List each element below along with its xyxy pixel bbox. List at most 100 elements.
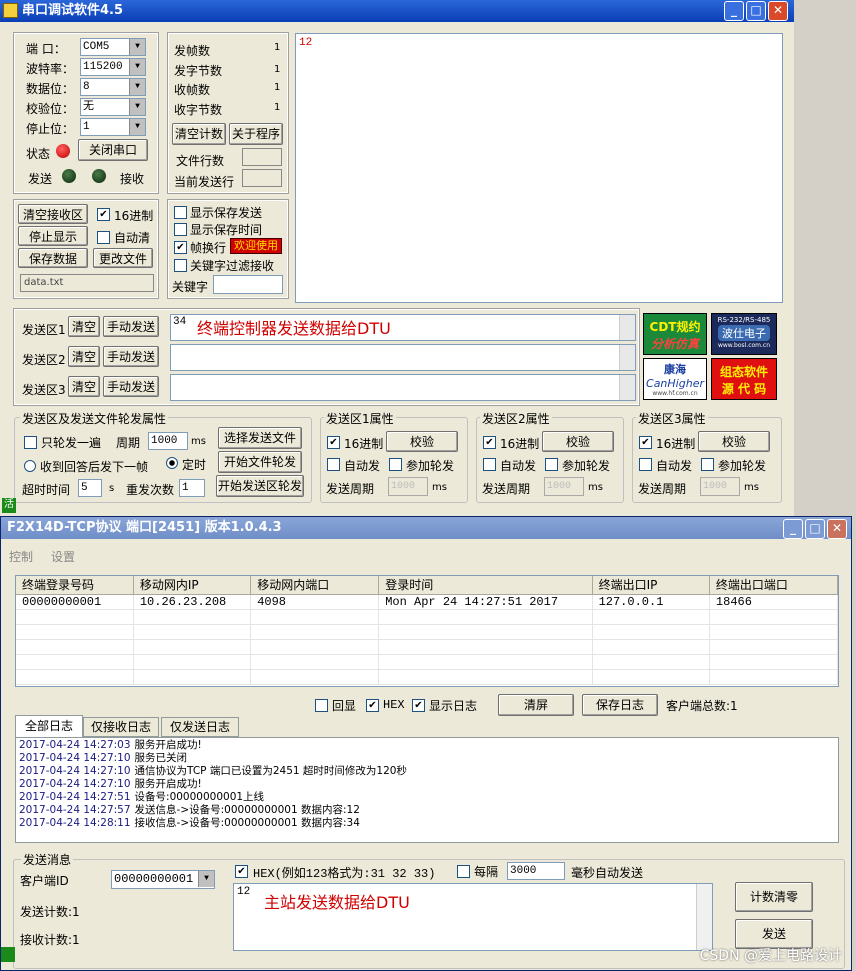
table-row[interactable] <box>16 624 839 640</box>
tab-all-logs[interactable]: 全部日志 <box>15 715 83 737</box>
client-id-select[interactable]: 00000000001 ▼ <box>111 870 215 889</box>
file-name-field[interactable]: data.txt <box>20 274 154 292</box>
table-row[interactable]: 00000000001 10.26.23.208 4098 Mon Apr 24 14… <box>16 594 839 610</box>
select-send-file-button[interactable]: 选择发送文件 <box>218 427 302 449</box>
resend-input[interactable]: 1 <box>179 479 205 497</box>
send-message-input[interactable]: 12 主站发送数据给DTU <box>233 883 713 951</box>
receive-area[interactable]: 12 <box>295 33 783 303</box>
minimize-button[interactable]: _ <box>724 1 744 21</box>
clear-count-button[interactable]: 清空计数 <box>172 123 226 145</box>
show-save-send-checkbox[interactable] <box>174 206 187 219</box>
databits-select[interactable]: 8 ▼ <box>80 78 146 96</box>
send-area-1-clear-button[interactable]: 清空 <box>68 316 100 337</box>
canhigher-ad-banner[interactable]: 康海 CanHigher www.hf.com.cn <box>643 358 707 400</box>
start-area-rotation-button[interactable]: 开始发送区轮发 <box>216 475 304 497</box>
hex-recv-checkbox[interactable]: ✔ <box>97 208 110 221</box>
keyword-input[interactable] <box>213 275 283 294</box>
recv-led-icon <box>92 169 106 183</box>
send-area-3-period-input[interactable]: 1000 <box>700 477 740 496</box>
column-header[interactable]: 终端出口端口 <box>709 576 839 595</box>
change-file-button[interactable]: 更改文件 <box>93 248 153 268</box>
send-area-3-scrollbar[interactable] <box>619 375 635 400</box>
send-area-1-auto-checkbox[interactable] <box>327 458 340 471</box>
cdt-ad-banner[interactable]: CDT规约 分析仿真 <box>643 313 707 355</box>
only-once-checkbox[interactable] <box>24 436 37 449</box>
table-row[interactable] <box>16 639 839 655</box>
show-save-time-checkbox[interactable] <box>174 223 187 236</box>
wait-reply-radio[interactable] <box>24 460 36 472</box>
hex-checkbox[interactable]: ✔ <box>366 699 379 712</box>
close-button[interactable]: ✕ <box>768 1 788 21</box>
send-area-3-check-button[interactable]: 校验 <box>698 431 770 452</box>
maximize-button[interactable]: □ <box>746 1 766 21</box>
send-area-2-rotation-checkbox[interactable] <box>545 458 558 471</box>
send-area-3-auto-checkbox[interactable] <box>639 458 652 471</box>
rotation-period-label: 周期 <box>116 436 141 450</box>
send-area-2-period-input[interactable]: 1000 <box>544 477 584 496</box>
send-area-3-rotation-checkbox[interactable] <box>701 458 714 471</box>
table-row[interactable] <box>16 669 839 685</box>
window2-close-button[interactable]: ✕ <box>827 519 847 539</box>
reset-count-button[interactable]: 计数清零 <box>735 882 813 912</box>
table-row[interactable] <box>16 609 839 625</box>
send-area-2-auto-checkbox[interactable] <box>483 458 496 471</box>
frame-newline-checkbox[interactable]: ✔ <box>174 241 187 254</box>
auto-send-checkbox[interactable] <box>457 865 470 878</box>
send-area-1-manual-send-button[interactable]: 手动发送 <box>103 316 159 337</box>
auto-clear-checkbox[interactable] <box>97 231 110 244</box>
start-file-rotation-button[interactable]: 开始文件轮发 <box>218 451 302 473</box>
menu-control[interactable]: 控制 <box>9 548 33 565</box>
send-area-1-hex-checkbox[interactable]: ✔ <box>327 436 340 449</box>
window2-minimize-button[interactable]: _ <box>783 519 803 539</box>
column-header[interactable]: 移动网内端口 <box>250 576 380 595</box>
send-area-2-input[interactable] <box>170 344 636 371</box>
about-button[interactable]: 关于程序 <box>229 123 283 145</box>
echo-checkbox[interactable] <box>315 699 328 712</box>
stopbits-select[interactable]: 1 ▼ <box>80 118 146 136</box>
send-area-2-clear-button[interactable]: 清空 <box>68 346 100 367</box>
baud-select[interactable]: 115200 ▼ <box>80 58 146 76</box>
tab-recv-logs[interactable]: 仅接收日志 <box>83 717 159 737</box>
save-log-button[interactable]: 保存日志 <box>582 694 658 716</box>
port-select[interactable]: COM5 ▼ <box>80 38 146 56</box>
parity-select[interactable]: 无 ▼ <box>80 98 146 116</box>
column-header[interactable]: 登录时间 <box>378 576 593 595</box>
log-area[interactable]: 2017-04-24 14:27:03 服务开启成功! 2017-04-24 14:… <box>15 737 839 843</box>
timed-radio[interactable] <box>166 457 178 469</box>
table-row[interactable] <box>16 654 839 670</box>
tab-send-logs[interactable]: 仅发送日志 <box>161 717 239 737</box>
timeout-input[interactable]: 5 <box>78 479 102 497</box>
stop-display-button[interactable]: 停止显示 <box>18 226 88 246</box>
keyword-filter-checkbox[interactable] <box>174 259 187 272</box>
save-data-button[interactable]: 保存数据 <box>18 248 88 268</box>
clear-receive-button[interactable]: 清空接收区 <box>18 204 88 224</box>
send-area-1-scrollbar[interactable] <box>619 315 635 340</box>
window2-maximize-button[interactable]: □ <box>805 519 825 539</box>
send-area-2-check-button[interactable]: 校验 <box>542 431 614 452</box>
canhigher-ad-line3: www.hf.com.cn <box>652 390 698 397</box>
column-header[interactable]: 移动网内IP <box>133 576 252 595</box>
send-area-3-clear-button[interactable]: 清空 <box>68 376 100 397</box>
send-area-3-input[interactable] <box>170 374 636 401</box>
send-message-scrollbar[interactable] <box>696 884 712 950</box>
auto-send-interval-input[interactable]: 3000 <box>507 862 565 880</box>
config-software-ad-banner[interactable]: 组态软件 源 代 码 <box>711 358 777 400</box>
send-area-1-input[interactable]: 34 终端控制器发送数据给DTU <box>170 314 636 341</box>
send-area-1-check-button[interactable]: 校验 <box>386 431 458 452</box>
show-log-checkbox[interactable]: ✔ <box>412 699 425 712</box>
column-header[interactable]: 终端出口IP <box>592 576 710 595</box>
column-header[interactable]: 终端登录号码 <box>16 576 134 595</box>
hex-send-checkbox[interactable]: ✔ <box>235 865 248 878</box>
send-area-1-rotation-checkbox[interactable] <box>389 458 402 471</box>
send-area-2-hex-checkbox[interactable]: ✔ <box>483 436 496 449</box>
send-area-2-scrollbar[interactable] <box>619 345 635 370</box>
send-area-3-hex-checkbox[interactable]: ✔ <box>639 436 652 449</box>
clear-screen-button[interactable]: 清屏 <box>498 694 574 716</box>
menu-settings[interactable]: 设置 <box>51 548 75 565</box>
send-area-3-manual-send-button[interactable]: 手动发送 <box>103 376 159 397</box>
send-area-2-manual-send-button[interactable]: 手动发送 <box>103 346 159 367</box>
bosl-ad-banner[interactable]: RS-232/RS-485 波仕电子 www.bosl.com.cn <box>711 313 777 355</box>
rotation-period-input[interactable]: 1000 <box>148 432 188 450</box>
send-area-1-period-input[interactable]: 1000 <box>388 477 428 496</box>
close-port-button[interactable]: 关闭串口 <box>78 139 148 161</box>
